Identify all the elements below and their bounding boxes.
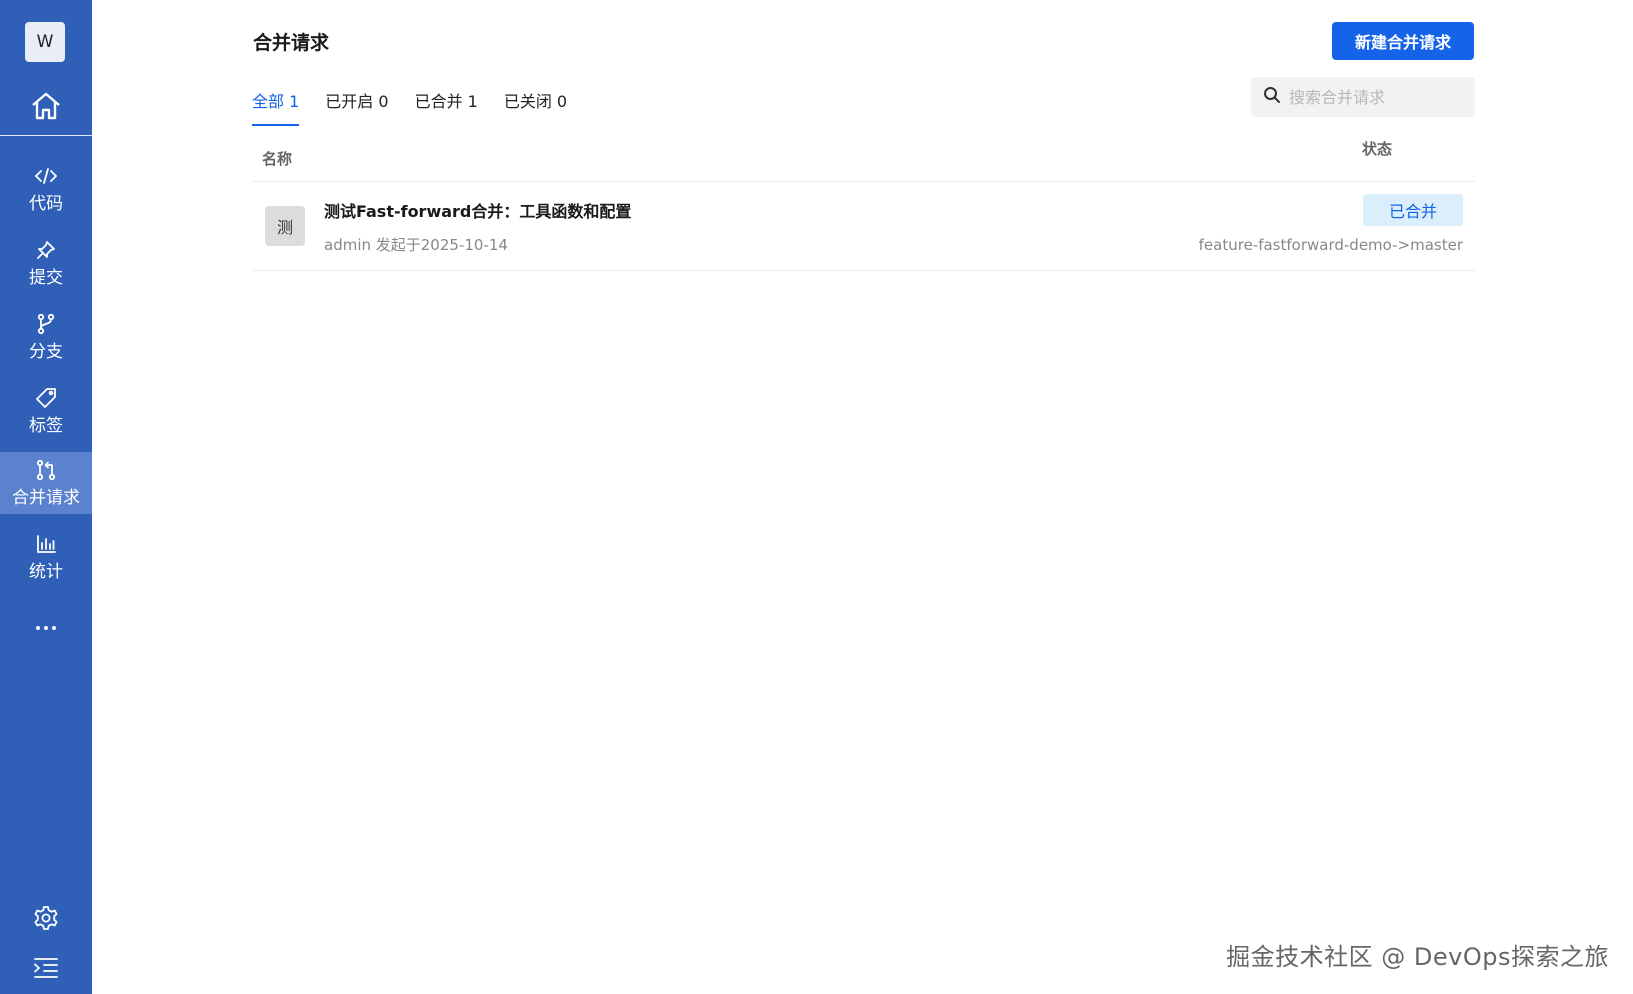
branch-icon: [37, 313, 55, 335]
sidebar-item-stats[interactable]: 统计: [0, 526, 92, 588]
sidebar-item-tags[interactable]: 标签: [0, 380, 92, 442]
column-header-name: 名称: [262, 150, 293, 168]
page-title: 合并请求: [253, 32, 330, 54]
sidebar-item-label: 提交: [29, 267, 63, 288]
sidebar-item-commits[interactable]: 提交: [0, 232, 92, 294]
merge-request-meta: admin 发起于2025-10-14: [324, 236, 508, 254]
home-button[interactable]: [0, 80, 92, 136]
tab-closed[interactable]: 已关闭 0: [504, 84, 567, 126]
workspace-avatar[interactable]: W: [25, 22, 65, 62]
tab-open[interactable]: 已开启 0: [325, 84, 388, 126]
sidebar-item-label: 统计: [29, 561, 63, 582]
indent-menu-icon: [33, 957, 59, 983]
new-merge-request-button[interactable]: 新建合并请求: [1332, 22, 1474, 60]
search-input[interactable]: [1287, 86, 1467, 108]
sidebar-item-label: 合并请求: [12, 487, 80, 508]
sidebar: W 代码 提交 分支 标签 合并请求 统计: [0, 0, 92, 994]
column-header-status: 状态: [1362, 140, 1393, 158]
divider: [252, 270, 1475, 271]
code-icon: [35, 165, 57, 187]
pin-icon: [36, 239, 56, 261]
home-icon: [30, 91, 62, 125]
merge-request-title[interactable]: 测试Fast-forward合并：工具函数和配置: [324, 198, 631, 222]
merge-request-icon: [36, 459, 56, 481]
status-badge: 已合并: [1363, 194, 1463, 226]
sidebar-item-merge-requests[interactable]: 合并请求: [0, 452, 92, 514]
tab-merged[interactable]: 已合并 1: [415, 84, 478, 126]
branch-info: feature-fastforward-demo->master: [1198, 236, 1463, 254]
collapse-sidebar-button[interactable]: [0, 955, 92, 985]
settings-button[interactable]: [0, 905, 92, 935]
watermark: 掘金技术社区 @ DevOps探索之旅: [1226, 943, 1609, 971]
table-row[interactable]: 测 测试Fast-forward合并：工具函数和配置 admin 发起于2025…: [252, 182, 1475, 270]
tab-all[interactable]: 全部 1: [252, 84, 300, 126]
more-icon[interactable]: [0, 618, 92, 638]
tag-icon: [35, 387, 57, 409]
search-icon: [1263, 86, 1281, 108]
search-box: [1251, 77, 1475, 117]
sidebar-item-label: 代码: [29, 193, 63, 214]
sidebar-item-label: 分支: [29, 341, 63, 362]
sidebar-item-label: 标签: [29, 415, 63, 436]
sidebar-item-branches[interactable]: 分支: [0, 306, 92, 368]
gear-icon: [33, 905, 59, 935]
status-tabs: 全部 1 已开启 0 已合并 1 已关闭 0: [252, 84, 593, 126]
sidebar-item-code[interactable]: 代码: [0, 158, 92, 220]
bar-chart-icon: [36, 533, 56, 555]
author-avatar: 测: [265, 206, 305, 246]
